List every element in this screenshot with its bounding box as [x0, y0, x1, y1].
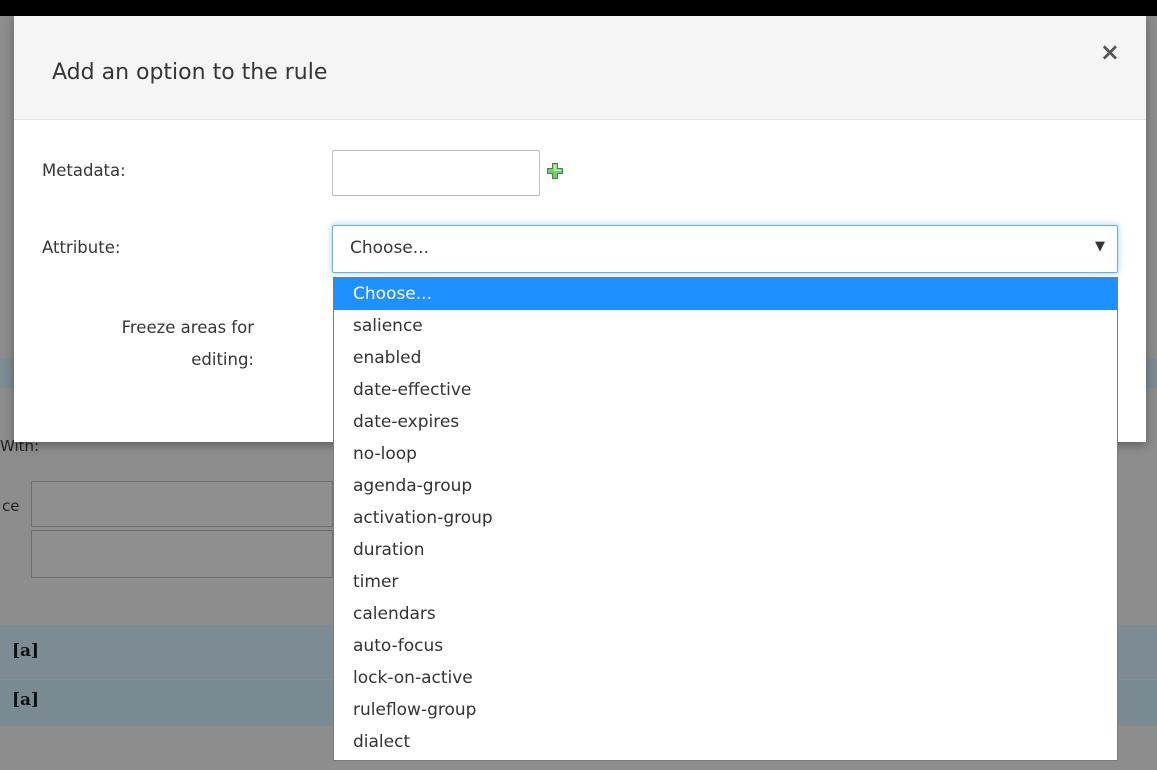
background-input-1[interactable] — [31, 481, 333, 527]
dropdown-option[interactable]: activation-group — [334, 502, 1117, 534]
dropdown-option[interactable]: date-expires — [334, 406, 1117, 438]
dropdown-option[interactable]: dialect — [334, 726, 1117, 758]
close-icon[interactable]: × — [1100, 40, 1120, 64]
background-bracket-label-2: [a] — [12, 690, 40, 710]
add-icon[interactable] — [546, 162, 564, 180]
dropdown-option[interactable]: calendars — [334, 598, 1117, 630]
dropdown-option[interactable]: auto-focus — [334, 630, 1117, 662]
dropdown-option[interactable]: Choose... — [334, 278, 1117, 310]
attribute-dropdown-list[interactable]: Choose... salience enabled date-effective da… — [333, 277, 1118, 761]
chevron-down-icon: ▼ — [1095, 239, 1105, 254]
attribute-select[interactable]: Choose... ▼ — [332, 225, 1118, 273]
attribute-select-value: Choose... — [350, 238, 429, 258]
background-row-prefix: ce — [2, 497, 20, 515]
freeze-areas-label-line2: editing: — [191, 350, 254, 369]
dropdown-option[interactable]: enabled — [334, 342, 1117, 374]
dropdown-option[interactable]: duration — [334, 534, 1117, 566]
background-bracket-label-1: [a] — [12, 641, 40, 661]
freeze-areas-label-line1: Freeze areas for — [121, 318, 254, 337]
metadata-input[interactable] — [332, 150, 540, 196]
metadata-label: Metadata: — [42, 161, 126, 180]
dropdown-option[interactable]: lock-on-active — [334, 662, 1117, 694]
dropdown-option[interactable]: ruleflow-group — [334, 694, 1117, 726]
dropdown-option[interactable]: salience — [334, 310, 1117, 342]
modal-title: Add an option to the rule — [52, 60, 328, 85]
background-input-2[interactable] — [31, 530, 333, 578]
dropdown-option[interactable]: timer — [334, 566, 1117, 598]
modal-header: Add an option to the rule × — [14, 16, 1146, 120]
dropdown-option[interactable]: agenda-group — [334, 470, 1117, 502]
attribute-label: Attribute: — [42, 238, 121, 257]
dropdown-option[interactable]: no-loop — [334, 438, 1117, 470]
dropdown-option[interactable]: date-effective — [334, 374, 1117, 406]
top-bar — [0, 0, 1157, 16]
